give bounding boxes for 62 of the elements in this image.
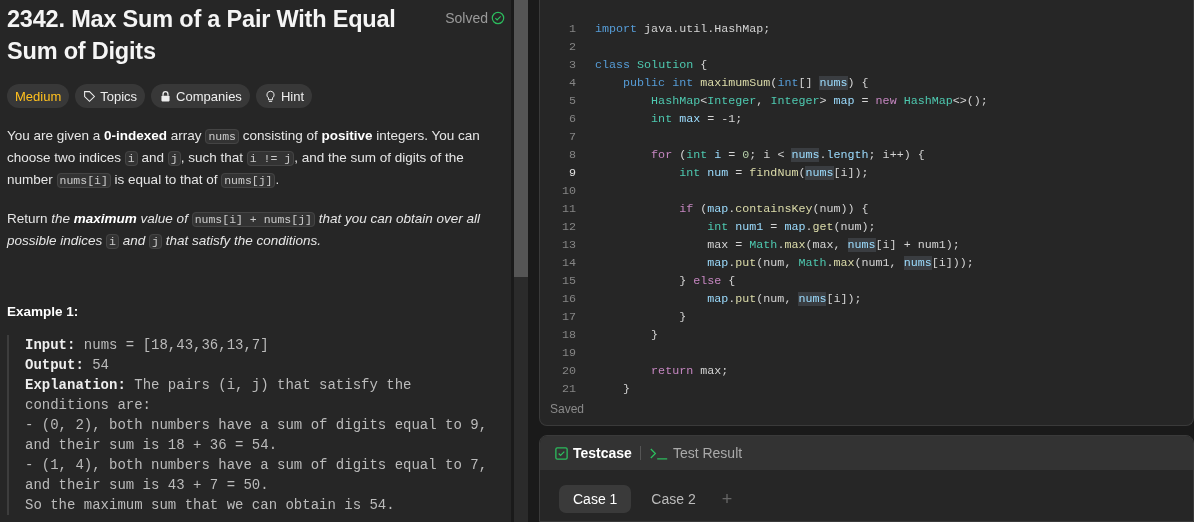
case-tab[interactable]: Case 1 — [559, 485, 632, 513]
code-line: import java.util.HashMap; — [595, 22, 771, 36]
example-line: Explanation: The pairs (i, j) that satisfy the conditions are: - (0, 2), both numbers have a sum of digits equal to 9, and their sum is 18 + 36 = 54. - (1, 4), both numbers have a sum of digits equal to 7, and their sum is 43 + 7 = 50. So the maximum sum that we can obtain is 54. — [25, 376, 489, 515]
line-number: 10 — [560, 184, 576, 198]
code-line: } — [650, 328, 659, 342]
line-number: 2 — [568, 40, 576, 54]
scrollbar-thumb[interactable] — [514, 0, 528, 277]
check-circle-icon — [491, 11, 505, 25]
code-line: int num = findNum(nums[i]); — [678, 166, 869, 180]
line-number: 4 — [568, 76, 576, 90]
line-number: 6 — [568, 112, 576, 126]
code-line: } else { — [678, 274, 736, 288]
code-line: return max; — [650, 364, 729, 378]
line-number: 16 — [560, 292, 576, 306]
code-line: map.put(num, Math.max(num1, nums[i])); — [706, 256, 974, 270]
code-line: int max = -1; — [650, 112, 743, 126]
solved-status: Solved — [445, 10, 505, 26]
line-number: 20 — [560, 364, 576, 378]
line-number: 9 — [568, 166, 576, 180]
tag-icon — [83, 89, 97, 103]
lock-icon — [159, 89, 173, 103]
code-editor[interactable] — [539, 0, 1194, 426]
line-number: 12 — [560, 220, 576, 234]
code-line: map.put(num, nums[i]); — [706, 292, 862, 306]
code-line: for (int i = 0; i < nums.length; i++) { — [650, 148, 925, 162]
line-number: 19 — [560, 346, 576, 360]
code-line: max = Math.max(max, nums[i] + num1); — [706, 238, 960, 252]
difficulty-badge: Medium — [7, 84, 70, 108]
case-tab[interactable]: Case 2 — [637, 485, 710, 513]
lightbulb-icon — [263, 89, 277, 103]
code-line: HashMap<Integer, Integer> map = new HashMap<>(); — [650, 94, 988, 108]
line-number: 17 — [560, 310, 576, 324]
line-number: 7 — [568, 130, 576, 144]
line-number: 18 — [560, 328, 576, 342]
save-status: Saved — [549, 402, 586, 418]
line-number: 21 — [560, 382, 576, 396]
line-number: 1 — [568, 22, 576, 36]
code-line: int num1 = map.get(num); — [706, 220, 876, 234]
panel-tab[interactable]: Test Result — [646, 445, 745, 461]
line-number: 3 — [568, 58, 576, 72]
companies-button[interactable]: Companies — [151, 84, 250, 108]
example-line: Output: 54 — [25, 356, 111, 375]
problem-title: 2342. Max Sum of a Pair With Equal Sum of Digits — [7, 5, 397, 66]
checkbox-icon — [554, 445, 569, 461]
line-number: 5 — [568, 94, 576, 108]
code-line: class Solution { — [595, 58, 708, 72]
description-paragraph: You are given a 0-indexed array nums consisting of positive integers. You can choose two indices i and j , such that i != j , and the sum of digits of the number nums[i] is equal to that of nums[j] . — [7, 127, 481, 190]
line-number: 13 — [560, 238, 576, 252]
code-line: if (map.containsKey(num)) { — [678, 202, 869, 216]
line-number: 8 — [568, 148, 576, 162]
panel-tab[interactable]: Testcase — [552, 445, 634, 461]
line-number: 15 — [560, 274, 576, 288]
line-number: 11 — [560, 202, 576, 216]
example-line: Input: nums = [18,43,36,13,7] — [25, 336, 270, 355]
hint-button[interactable]: Hint — [255, 84, 312, 108]
example-heading: Example 1: — [7, 304, 80, 319]
code-line: } — [678, 310, 687, 324]
description-paragraph: Return the maximum value of nums[i] + nums[j] that you can obtain over all possible indices i and j that satisfy the conditions. — [7, 210, 482, 251]
line-number: 14 — [560, 256, 576, 270]
code-line: } — [622, 382, 631, 396]
code-line: public int maximumSum(int[] nums) { — [622, 76, 869, 90]
topics-button[interactable]: Topics — [75, 84, 146, 108]
